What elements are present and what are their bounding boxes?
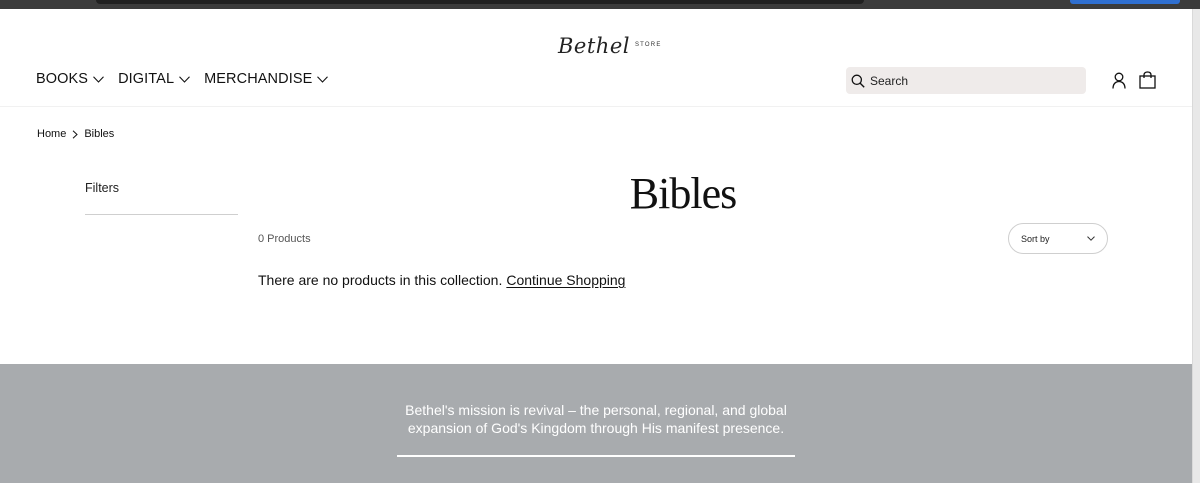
browser-top-strip xyxy=(0,0,1200,9)
nav-item-label: BOOKS xyxy=(36,71,89,87)
mission-statement: Bethel's mission is revival – the person… xyxy=(396,402,796,437)
chevron-down-icon xyxy=(179,75,191,83)
sort-by-label: Sort by xyxy=(1021,233,1050,244)
mission-line-1: Bethel's mission is revival – the person… xyxy=(405,402,787,418)
breadcrumb: Home Bibles xyxy=(37,128,114,140)
footer-divider xyxy=(397,455,795,457)
chevron-down-icon xyxy=(317,75,329,83)
search-icon xyxy=(851,74,865,88)
nav-item-label: MERCHANDISE xyxy=(204,71,313,87)
header-divider xyxy=(0,106,1192,107)
nav-item-digital[interactable]: DIGITAL xyxy=(118,71,191,87)
empty-message-text: There are no products in this collection… xyxy=(258,272,503,288)
nav-item-merchandise[interactable]: MERCHANDISE xyxy=(204,71,329,87)
nav-item-books[interactable]: BOOKS xyxy=(36,71,104,87)
account-icon[interactable] xyxy=(1111,72,1127,89)
page-title: Bibles xyxy=(629,169,737,218)
breadcrumb-current: Bibles xyxy=(84,128,115,140)
scrollbar[interactable] xyxy=(1192,9,1200,483)
chevron-down-icon xyxy=(93,75,104,83)
empty-collection-message: There are no products in this collection… xyxy=(258,272,625,288)
chevron-down-icon xyxy=(1087,236,1095,241)
sort-by-dropdown[interactable]: Sort by xyxy=(1008,223,1108,254)
main-nav: BOOKS DIGITAL MERCHANDISE xyxy=(36,71,329,87)
footer: Bethel's mission is revival – the person… xyxy=(0,364,1192,483)
search-bar[interactable] xyxy=(846,67,1086,94)
browser-address-bar[interactable] xyxy=(96,0,864,4)
product-count: 0 Products xyxy=(258,233,311,245)
breadcrumb-home-link[interactable]: Home xyxy=(37,128,66,140)
store-logo[interactable]: Bethel STORE xyxy=(558,26,662,58)
nav-item-label: DIGITAL xyxy=(118,71,175,87)
continue-shopping-link[interactable]: Continue Shopping xyxy=(506,272,625,288)
cart-bag-icon[interactable] xyxy=(1139,71,1156,89)
logo-store-label: STORE xyxy=(634,42,662,48)
chevron-right-icon xyxy=(73,129,79,139)
logo-wordmark: Bethel xyxy=(558,34,630,58)
mission-line-2: expansion of God's Kingdom through His m… xyxy=(407,419,785,436)
search-input[interactable] xyxy=(870,73,1070,88)
browser-blue-button[interactable] xyxy=(1070,0,1180,4)
